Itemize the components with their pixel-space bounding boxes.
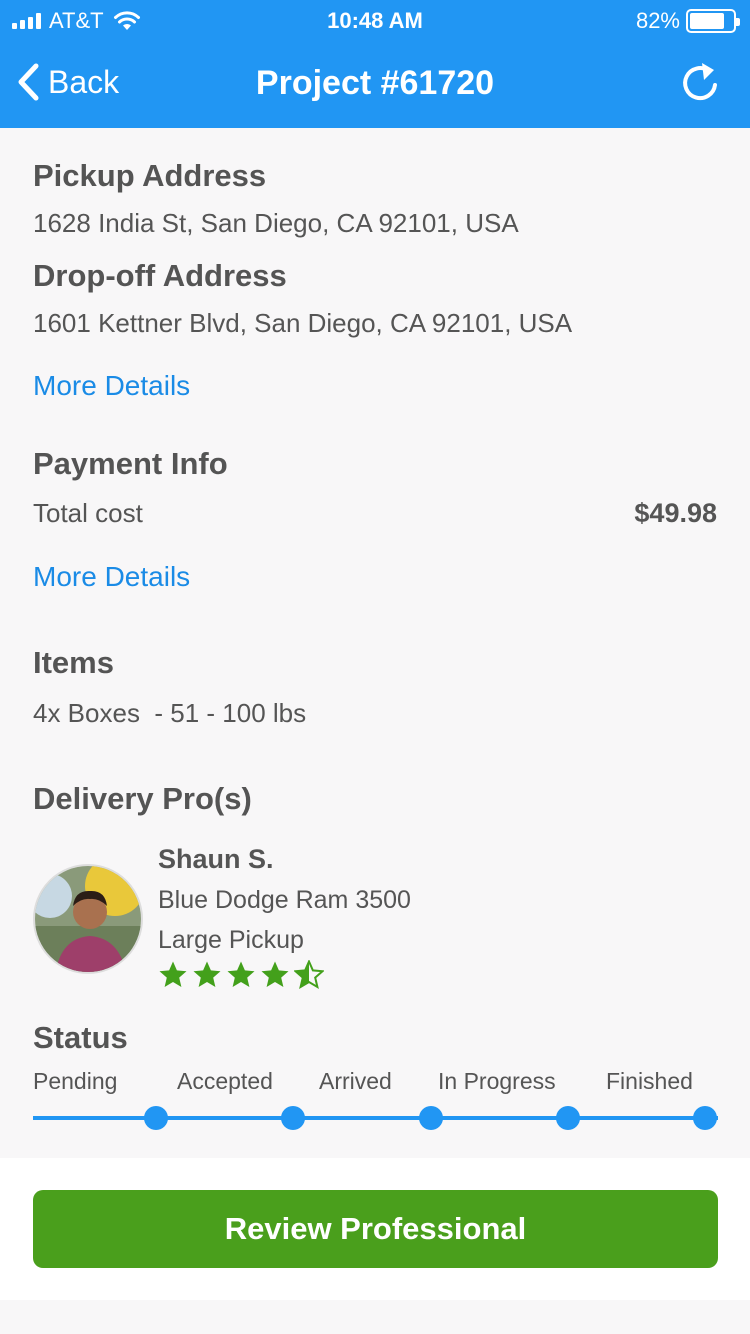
dropoff-address: 1601 Kettner Blvd, San Diego, CA 92101, … (33, 308, 573, 338)
battery-fill (690, 13, 725, 29)
payment-heading: Payment Info (33, 446, 228, 481)
battery-percent: 82% (635, 8, 680, 33)
total-cost-label: Total cost (33, 498, 143, 528)
pro-rating (158, 959, 325, 995)
status-step-in-progress: In Progress (438, 1068, 556, 1094)
star-icon (260, 960, 290, 995)
status-bar: AT&T 10:48 AM 82% (0, 0, 750, 40)
status-step-labels: Pending Accepted Arrived In Progress Finishe… (0, 1068, 750, 1100)
pro-name: Shaun S. (158, 844, 274, 874)
status-step-accepted: Accepted (177, 1068, 273, 1094)
pickup-address: 1628 India St, San Diego, CA 92101, USA (33, 208, 519, 238)
nav-bar: Back Project #61720 (0, 44, 750, 124)
status-dot-in-progress (556, 1106, 580, 1130)
battery-icon (686, 9, 740, 33)
delivery-heading: Delivery Pro(s) (33, 781, 252, 816)
status-step-finished: Finished (606, 1068, 693, 1094)
status-dot-accepted (281, 1106, 305, 1130)
status-heading: Status (33, 1020, 128, 1055)
star-icon (226, 960, 256, 995)
status-track (33, 1116, 718, 1120)
pickup-heading: Pickup Address (33, 158, 267, 193)
header: AT&T 10:48 AM 82% Back Project #61720 (0, 0, 750, 128)
pro-avatar (33, 864, 143, 974)
refresh-button[interactable] (678, 60, 722, 111)
star-icon (158, 960, 188, 995)
footer: Review Professional (0, 1158, 750, 1300)
items-line: 4x Boxes - 51 - 100 lbs (33, 698, 307, 728)
pro-vehicle-type: Large Pickup (158, 926, 304, 954)
review-professional-button[interactable]: Review Professional (33, 1190, 718, 1268)
status-dot-arrived (419, 1106, 443, 1130)
refresh-icon (683, 63, 717, 101)
page-title: Project #61720 (255, 64, 495, 102)
dropoff-heading: Drop-off Address (33, 258, 287, 293)
items-heading: Items (33, 645, 114, 680)
status-dot-finished (693, 1106, 717, 1130)
status-dot-pending (144, 1106, 168, 1130)
status-step-pending: Pending (33, 1068, 118, 1094)
total-cost-value: $49.98 (634, 498, 717, 528)
star-icon (192, 960, 222, 995)
status-bar-right: 82% (635, 8, 740, 34)
half-star-icon (293, 959, 325, 995)
address-more-details-link[interactable]: More Details (33, 370, 190, 402)
pro-vehicle: Blue Dodge Ram 3500 (158, 886, 411, 914)
status-step-arrived: Arrived (319, 1068, 392, 1094)
payment-more-details-link[interactable]: More Details (33, 561, 190, 593)
